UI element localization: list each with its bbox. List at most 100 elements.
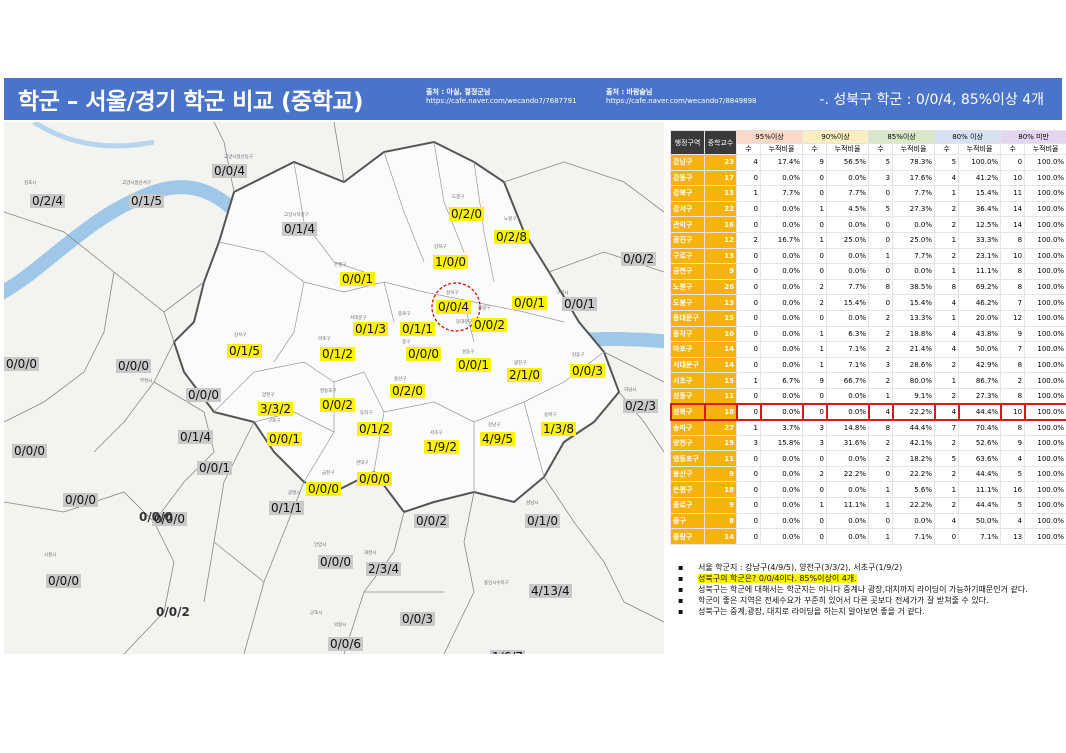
ratio-cell: 78.3% <box>892 154 936 171</box>
count-cell: 1 <box>736 372 761 389</box>
count-cell: 2 <box>934 247 960 265</box>
count-cell: 2 <box>868 325 894 343</box>
group-header-90: 90%이상 <box>802 130 870 144</box>
count-cell: 5 <box>1000 465 1026 483</box>
school-count-cell: 18 <box>704 481 737 499</box>
count-cell: 0 <box>802 528 828 545</box>
district-score-label: 1/6/7 <box>490 650 525 654</box>
count-cell: 12 <box>1000 309 1026 327</box>
count-cell: 1 <box>802 356 828 374</box>
count-cell: 3 <box>736 434 761 452</box>
school-district-map: 고양시일산동구 김포시 고양시일산서구 고양시덕양구 도봉구 노원구 강북구 은평구 성북구 중랑… <box>4 122 664 654</box>
ratio-cell: 14.8% <box>826 419 870 436</box>
district-score-label: 0/0/4 <box>436 300 471 314</box>
ratio-cell: 100.0% <box>1024 294 1066 311</box>
note-text: 학군이 좋은 지역은 전세수요가 꾸준히 있어서 다른 곳보다 전세가가 잘 받… <box>698 596 989 605</box>
table-row: 성동구 11 0 0.0% 0 0.0% 1 9.1% 2 27.3% 8 100.0% <box>670 387 1066 405</box>
table-row: 마포구 14 0 0.0% 1 7.1% 2 21.4% 4 50.0% 7 100.0% <box>670 341 1066 358</box>
ratio-cell: 0.0% <box>759 403 804 421</box>
map-district-name: 구로구 <box>268 419 281 424</box>
count-cell: 14 <box>1000 200 1026 218</box>
district-cell: 종로구 <box>670 497 705 514</box>
map-district-name: 용산구 <box>394 377 407 382</box>
count-cell: 2 <box>934 434 960 452</box>
map-district-name: 영등포구 <box>320 389 337 394</box>
count-cell: 0 <box>802 387 828 405</box>
ratio-cell: 44.4% <box>958 465 1002 483</box>
school-count-cell: 17 <box>704 169 737 187</box>
count-cell: 2 <box>868 372 894 389</box>
count-cell: 4 <box>736 154 761 171</box>
group-header-85: 85%이상 <box>868 130 936 144</box>
ratio-cell: 100.0% <box>1024 263 1066 280</box>
sub-header-count: 수 <box>736 143 761 155</box>
school-count-cell: 22 <box>704 200 737 218</box>
count-cell: 0 <box>868 294 894 311</box>
ratio-cell: 0.0% <box>826 450 870 467</box>
source-1-url[interactable]: https://cafe.naver.com/wecando7/7687791 <box>426 97 577 105</box>
district-score-label: 0/0/0 <box>63 493 98 507</box>
count-cell: 0 <box>802 263 828 280</box>
group-header-95: 95%이상 <box>735 130 804 144</box>
ratio-cell: 0.0% <box>826 263 870 280</box>
ratio-cell: 15.4% <box>958 185 1002 202</box>
count-cell: 11 <box>1000 185 1026 202</box>
ratio-cell: 0.0% <box>826 247 870 265</box>
district-cell: 은평구 <box>670 481 705 499</box>
district-score-label: 0/0/4 <box>212 164 247 178</box>
count-cell: 5 <box>934 154 960 171</box>
ratio-cell: 22.2% <box>892 497 936 514</box>
count-cell: 1 <box>934 231 960 249</box>
district-score-label: 0/0/0 <box>306 482 341 496</box>
district-cell: 서대문구 <box>670 356 705 374</box>
count-cell: 8 <box>1000 419 1026 436</box>
count-cell: 8 <box>1000 231 1026 249</box>
count-cell: 2 <box>934 497 960 514</box>
district-score-label: 0/0/0 <box>12 444 47 458</box>
ratio-cell: 3.7% <box>759 419 804 436</box>
ratio-cell: 7.7% <box>826 185 870 202</box>
table-row: 영등포구 11 0 0.0% 0 0.0% 2 18.2% 5 63.6% 4 100.0% <box>670 450 1066 467</box>
district-score-label: 0/0/1 <box>456 358 491 372</box>
count-cell: 1 <box>736 185 761 202</box>
count-cell: 8 <box>934 278 960 296</box>
ratio-cell: 100.0% <box>1024 341 1066 358</box>
map-district-name: 동대문구 <box>456 320 473 325</box>
ratio-cell: 0.0% <box>759 247 804 265</box>
ratio-cell: 13.3% <box>892 309 936 327</box>
map-district-name: 부천시 <box>140 379 153 384</box>
ratio-cell: 41.2% <box>958 169 1002 187</box>
count-cell: 0 <box>736 512 761 530</box>
ratio-cell: 0.0% <box>826 216 870 233</box>
source-2-url[interactable]: https://cafe.naver.com/wecando7/8849898 <box>606 97 757 105</box>
count-cell: 4 <box>934 341 960 358</box>
col-district-header: 행정구역 <box>670 130 705 155</box>
map-district-name: 서초구 <box>430 431 443 436</box>
map-district-name: 고양시일산서구 <box>122 181 151 186</box>
note-text: 성북구는 중계,광장, 대치로 라이딩을 하는지 알아보면 좋을 거 같다. <box>698 607 925 616</box>
count-cell: 0 <box>736 497 761 514</box>
table-row: 송파구 27 1 3.7% 3 14.8% 8 44.4% 7 70.4% 8 100.0% <box>670 419 1066 436</box>
ratio-cell: 0.0% <box>759 216 804 233</box>
table-row: 도봉구 13 0 0.0% 2 15.4% 0 15.4% 4 46.2% 7 100.0% <box>670 294 1066 311</box>
sub-header-count: 수 <box>1000 143 1026 155</box>
map-district-name: 과천시 <box>364 551 377 556</box>
count-cell: 0 <box>736 309 761 327</box>
ratio-cell: 21.4% <box>892 341 936 358</box>
count-cell: 1 <box>802 325 828 343</box>
count-cell: 1 <box>934 263 960 280</box>
count-cell: 2 <box>802 278 828 296</box>
count-cell: 1 <box>934 185 960 202</box>
count-cell: 0 <box>736 341 761 358</box>
ratio-cell: 100.0% <box>1024 169 1066 187</box>
count-cell: 1 <box>868 481 894 499</box>
map-district-name: 도봉구 <box>452 195 465 200</box>
district-score-label: 0/0/0 <box>186 388 221 402</box>
district-score-label: 0/0/2 <box>320 398 355 412</box>
ratio-cell: 22.2% <box>892 465 936 483</box>
count-cell: 1 <box>868 528 894 545</box>
district-score-label: 0/0/0 <box>357 472 392 486</box>
ratio-cell: 80.0% <box>892 372 936 389</box>
count-cell: 0 <box>736 216 761 233</box>
map-district-name: 강동구 <box>572 353 585 358</box>
